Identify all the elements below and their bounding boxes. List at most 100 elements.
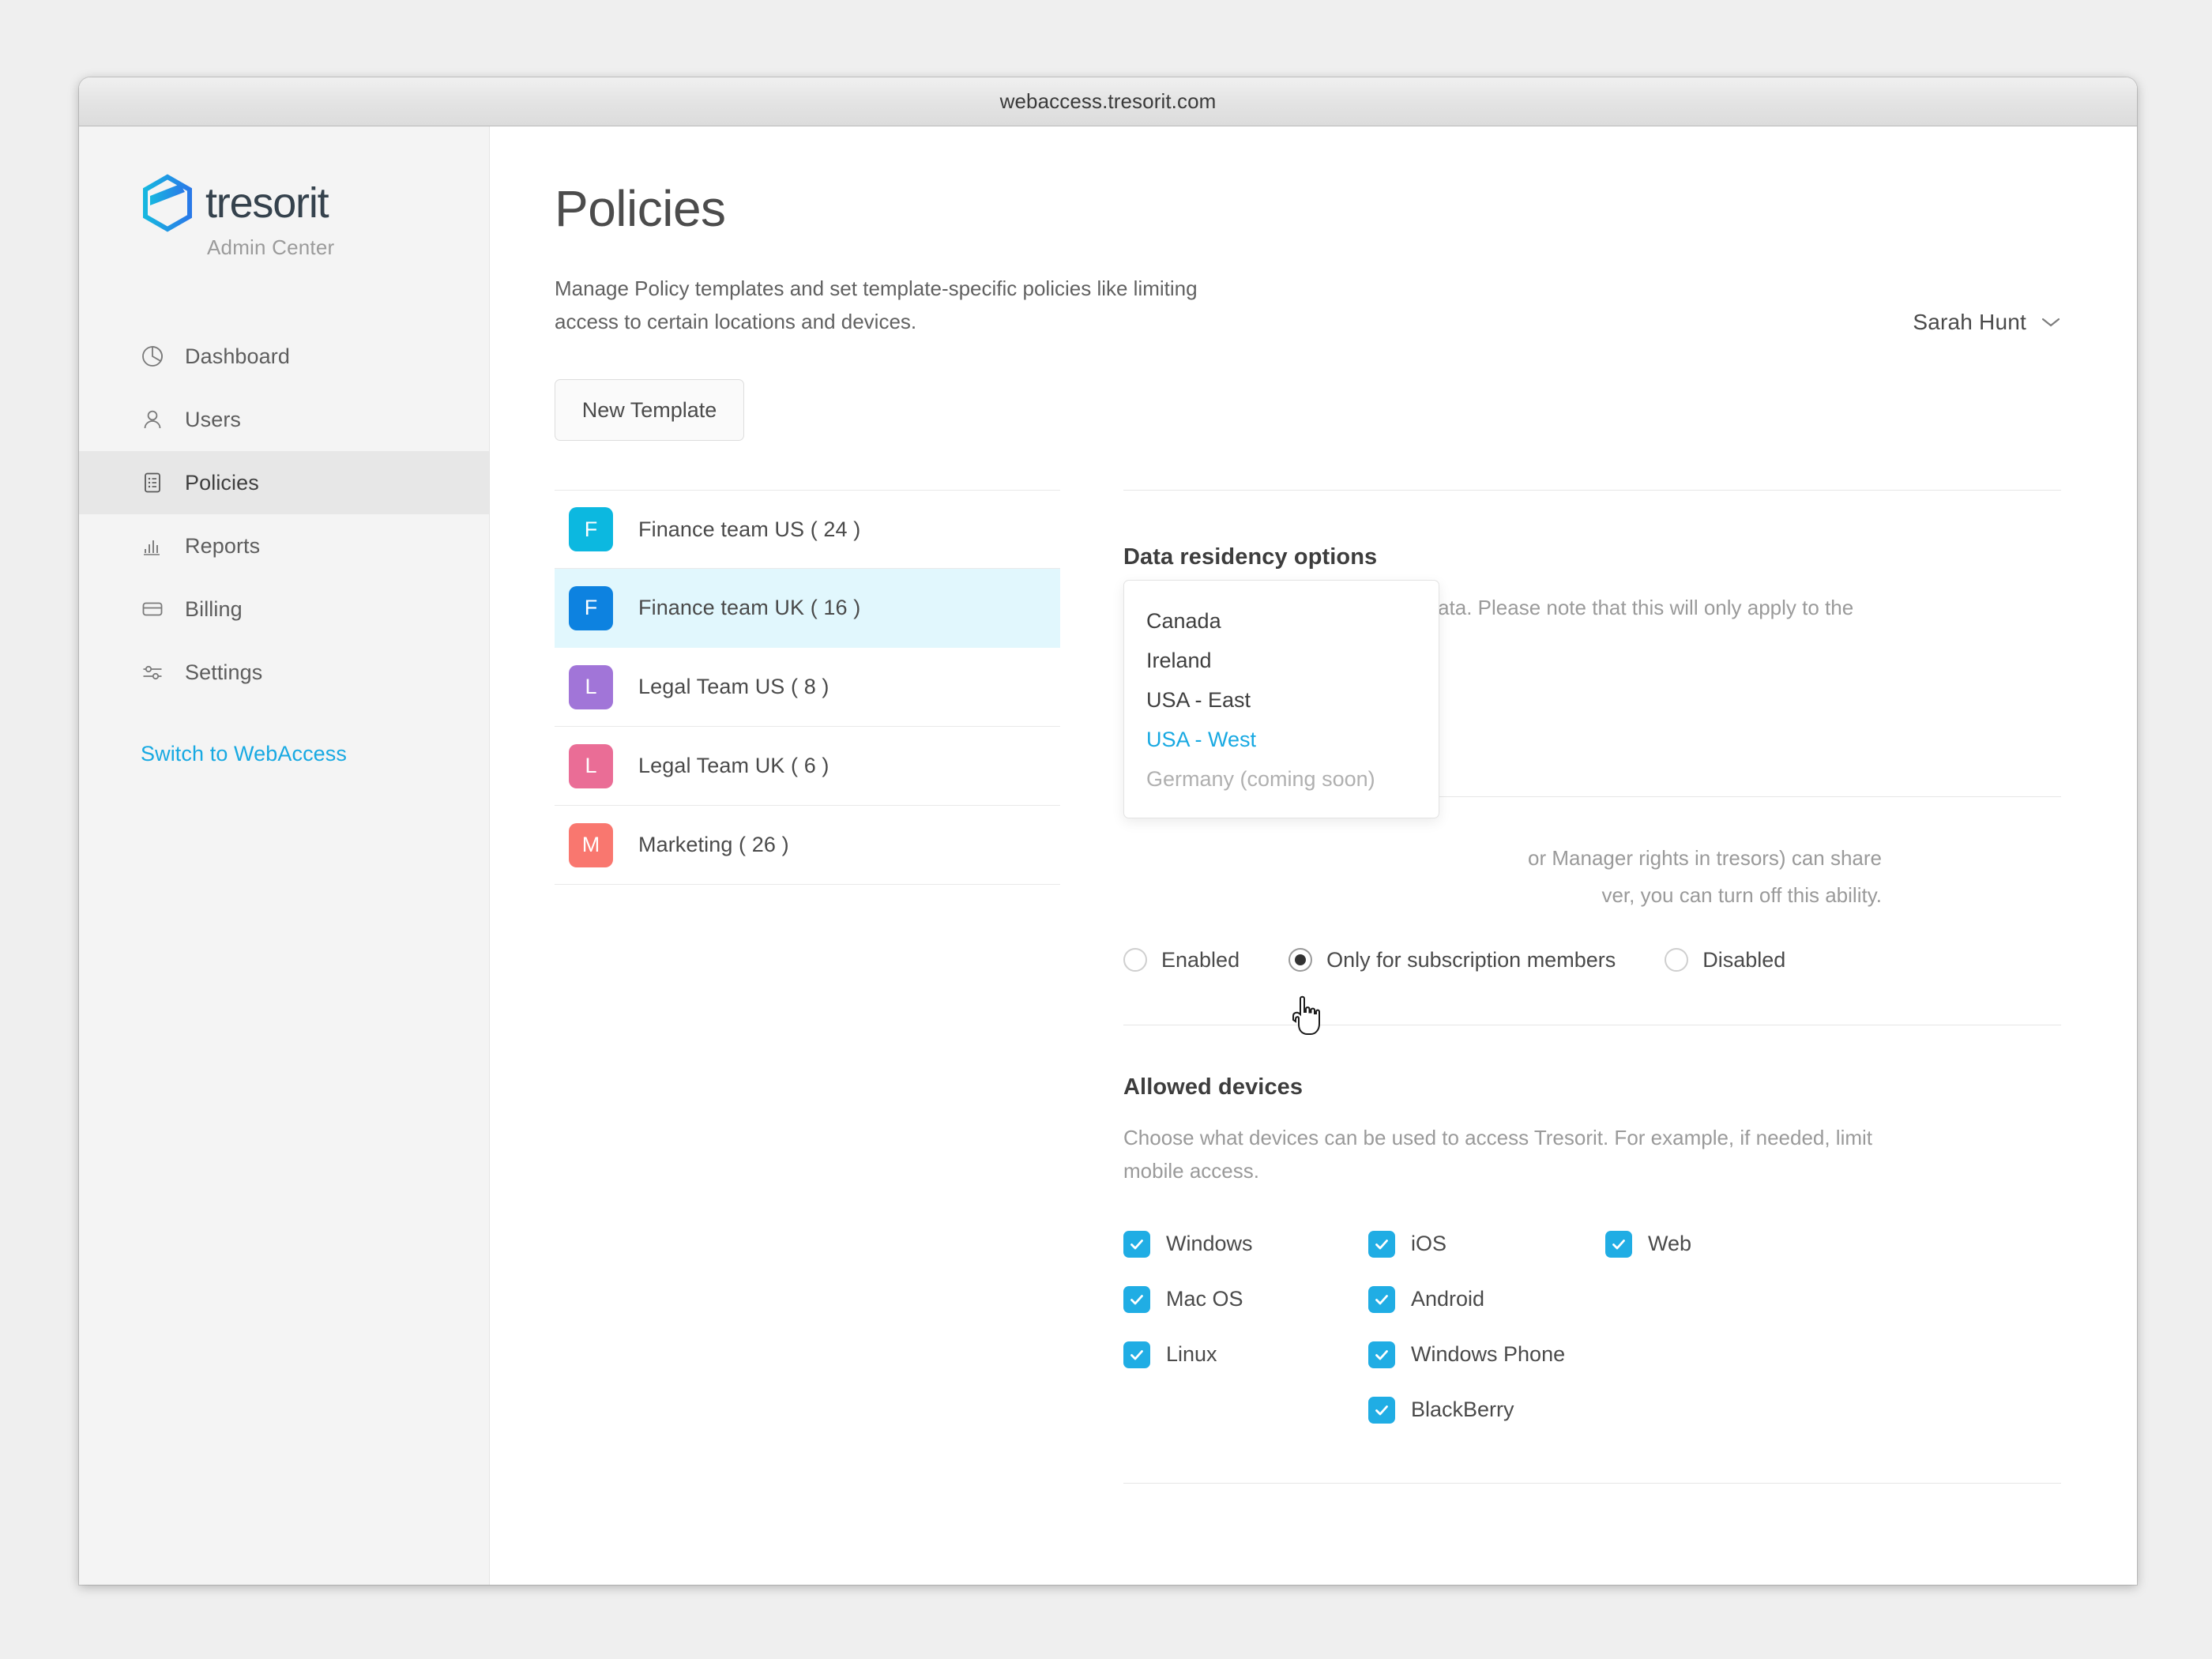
checkmark-icon — [1368, 1230, 1395, 1258]
brand: tresorit Admin Center — [79, 174, 489, 260]
radio-circle-icon — [1123, 948, 1147, 972]
brand-name: tresorit — [205, 179, 329, 227]
dropdown-option[interactable]: Ireland — [1124, 641, 1439, 680]
chevron-down-icon — [2041, 318, 2060, 327]
sidebar-item-label: Reports — [185, 533, 261, 558]
template-label: Finance team UK ( 16 ) — [638, 596, 861, 620]
checkmark-icon — [1123, 1230, 1150, 1258]
address-bar-url[interactable]: webaccess.tresorit.com — [1000, 89, 1217, 114]
browser-window: webaccess.tresorit.com tresorit Admin Ce… — [79, 77, 2137, 1585]
device-checkbox-windows[interactable]: Windows — [1123, 1227, 1368, 1262]
sharing-description-line2: ver, you can turn off this ability. — [1601, 882, 1882, 907]
template-list-item[interactable]: L Legal Team US ( 8 ) — [555, 648, 1060, 728]
device-checkbox-linux[interactable]: Linux — [1123, 1337, 1368, 1372]
sliders-icon — [143, 665, 162, 680]
device-label: Windows Phone — [1411, 1342, 1566, 1367]
device-checkbox-blackberry[interactable]: BlackBerry — [1368, 1393, 1605, 1428]
sidebar-item-reports[interactable]: Reports — [79, 514, 489, 577]
main-content: Policies Sarah Hunt Manage Policy templa… — [490, 126, 2137, 1585]
sidebar-item-label: Dashboard — [185, 344, 290, 368]
allowed-devices-section: Allowed devices Choose what devices can … — [1123, 972, 2061, 1484]
sidebar-item-label: Users — [185, 407, 242, 431]
checkmark-icon — [1123, 1341, 1150, 1368]
app-body: tresorit Admin Center Dashboard Users Po… — [79, 126, 2137, 1585]
sidebar-item-dashboard[interactable]: Dashboard — [79, 325, 489, 388]
device-checkbox-grid: Windows iOS Web Mac OS Android Linux Win… — [1123, 1227, 2061, 1428]
device-label: Web — [1648, 1232, 1692, 1256]
sidebar-item-label: Settings — [185, 660, 263, 684]
template-label: Marketing ( 26 ) — [638, 833, 789, 857]
radio-label: Disabled — [1702, 947, 1786, 972]
radio-only-subscription-members[interactable]: Only for subscription members — [1288, 948, 1616, 972]
sharing-radio-group: Enabled Only for subscription members Di… — [1123, 948, 2061, 972]
device-label: iOS — [1411, 1232, 1447, 1256]
brand-subtitle: Admin Center — [207, 235, 335, 259]
settings-panel: Data residency options Choose where you'… — [1123, 490, 2137, 1484]
data-residency-dropdown[interactable]: Canada Ireland USA - East USA - West Ger… — [1123, 580, 1439, 819]
sidebar-item-label: Billing — [185, 596, 243, 621]
device-checkbox-macos[interactable]: Mac OS — [1123, 1282, 1368, 1317]
new-template-button[interactable]: New Template — [555, 379, 744, 442]
device-checkbox-ios[interactable]: iOS — [1368, 1227, 1605, 1262]
radio-disabled[interactable]: Disabled — [1665, 948, 1785, 972]
radio-label: Enabled — [1161, 947, 1240, 972]
sharing-description-line1: or Manager rights in tresors) can share — [1528, 846, 1882, 871]
device-label: Linux — [1166, 1342, 1217, 1367]
section-title: Data residency options — [1123, 544, 1378, 570]
template-list: F Finance team US ( 24 ) F Finance team … — [555, 490, 1060, 1484]
device-label: Mac OS — [1166, 1287, 1243, 1311]
sidebar: tresorit Admin Center Dashboard Users Po… — [79, 126, 490, 1585]
device-checkbox-android[interactable]: Android — [1368, 1282, 1605, 1317]
device-label: BlackBerry — [1411, 1398, 1514, 1422]
sidebar-item-policies[interactable]: Policies — [79, 451, 489, 514]
section-description: Choose what devices can be used to acces… — [1123, 1125, 1873, 1183]
template-avatar: L — [569, 664, 613, 709]
page-description: Manage Policy templates and set template… — [555, 276, 1198, 334]
device-checkbox-windows-phone[interactable]: Windows Phone — [1368, 1337, 1605, 1372]
checkmark-icon — [1605, 1230, 1632, 1258]
template-avatar: L — [569, 743, 613, 788]
user-menu[interactable]: Sarah Hunt — [1913, 310, 2061, 335]
device-label: Android — [1411, 1287, 1485, 1311]
template-list-item[interactable]: F Finance team UK ( 16 ) — [555, 569, 1060, 649]
page-title: Policies — [555, 180, 726, 237]
columns: F Finance team US ( 24 ) F Finance team … — [555, 490, 2137, 1484]
document-list-icon — [145, 472, 160, 493]
template-list-item[interactable]: L Legal Team UK ( 6 ) — [555, 727, 1060, 807]
user-name: Sarah Hunt — [1913, 310, 2026, 334]
switch-to-webaccess-link[interactable]: Switch to WebAccess — [79, 742, 489, 766]
template-avatar: F — [569, 585, 613, 630]
dropdown-option: Germany (coming soon) — [1146, 766, 1375, 791]
device-label: Windows — [1166, 1232, 1253, 1256]
sidebar-item-billing[interactable]: Billing — [79, 577, 489, 641]
dropdown-option[interactable]: USA - East — [1124, 680, 1439, 720]
checkmark-icon — [1368, 1285, 1395, 1313]
dropdown-option[interactable]: Canada — [1124, 601, 1439, 641]
radio-enabled[interactable]: Enabled — [1123, 948, 1240, 972]
credit-card-icon — [142, 602, 163, 616]
device-checkbox-web[interactable]: Web — [1605, 1227, 2061, 1262]
checkmark-icon — [1368, 1396, 1395, 1424]
template-label: Legal Team UK ( 6 ) — [638, 754, 830, 778]
person-icon — [144, 410, 161, 429]
template-label: Legal Team US ( 8 ) — [638, 675, 830, 699]
tresorit-hexagon-logo-icon — [143, 174, 192, 232]
bar-chart-icon — [144, 540, 160, 555]
template-avatar: F — [569, 507, 613, 552]
radio-label: Only for subscription members — [1326, 947, 1616, 972]
template-list-item[interactable]: M Marketing ( 26 ) — [555, 806, 1060, 886]
sidebar-item-label: Policies — [185, 470, 259, 495]
sidebar-item-users[interactable]: Users — [79, 388, 489, 451]
data-residency-section: Data residency options Choose where you'… — [1123, 491, 2061, 819]
checkmark-icon — [1123, 1285, 1150, 1313]
pie-chart-icon — [142, 346, 163, 367]
sidebar-item-settings[interactable]: Settings — [79, 641, 489, 704]
browser-titlebar: webaccess.tresorit.com — [79, 77, 2137, 126]
template-list-item[interactable]: F Finance team US ( 24 ) — [555, 490, 1060, 570]
template-avatar: M — [569, 822, 613, 867]
dropdown-option[interactable]: USA - West — [1124, 720, 1439, 759]
section-title: Allowed devices — [1123, 1074, 1304, 1100]
radio-circle-icon — [1665, 948, 1689, 972]
divider — [1123, 1482, 2061, 1484]
template-label: Finance team US ( 24 ) — [638, 517, 861, 541]
